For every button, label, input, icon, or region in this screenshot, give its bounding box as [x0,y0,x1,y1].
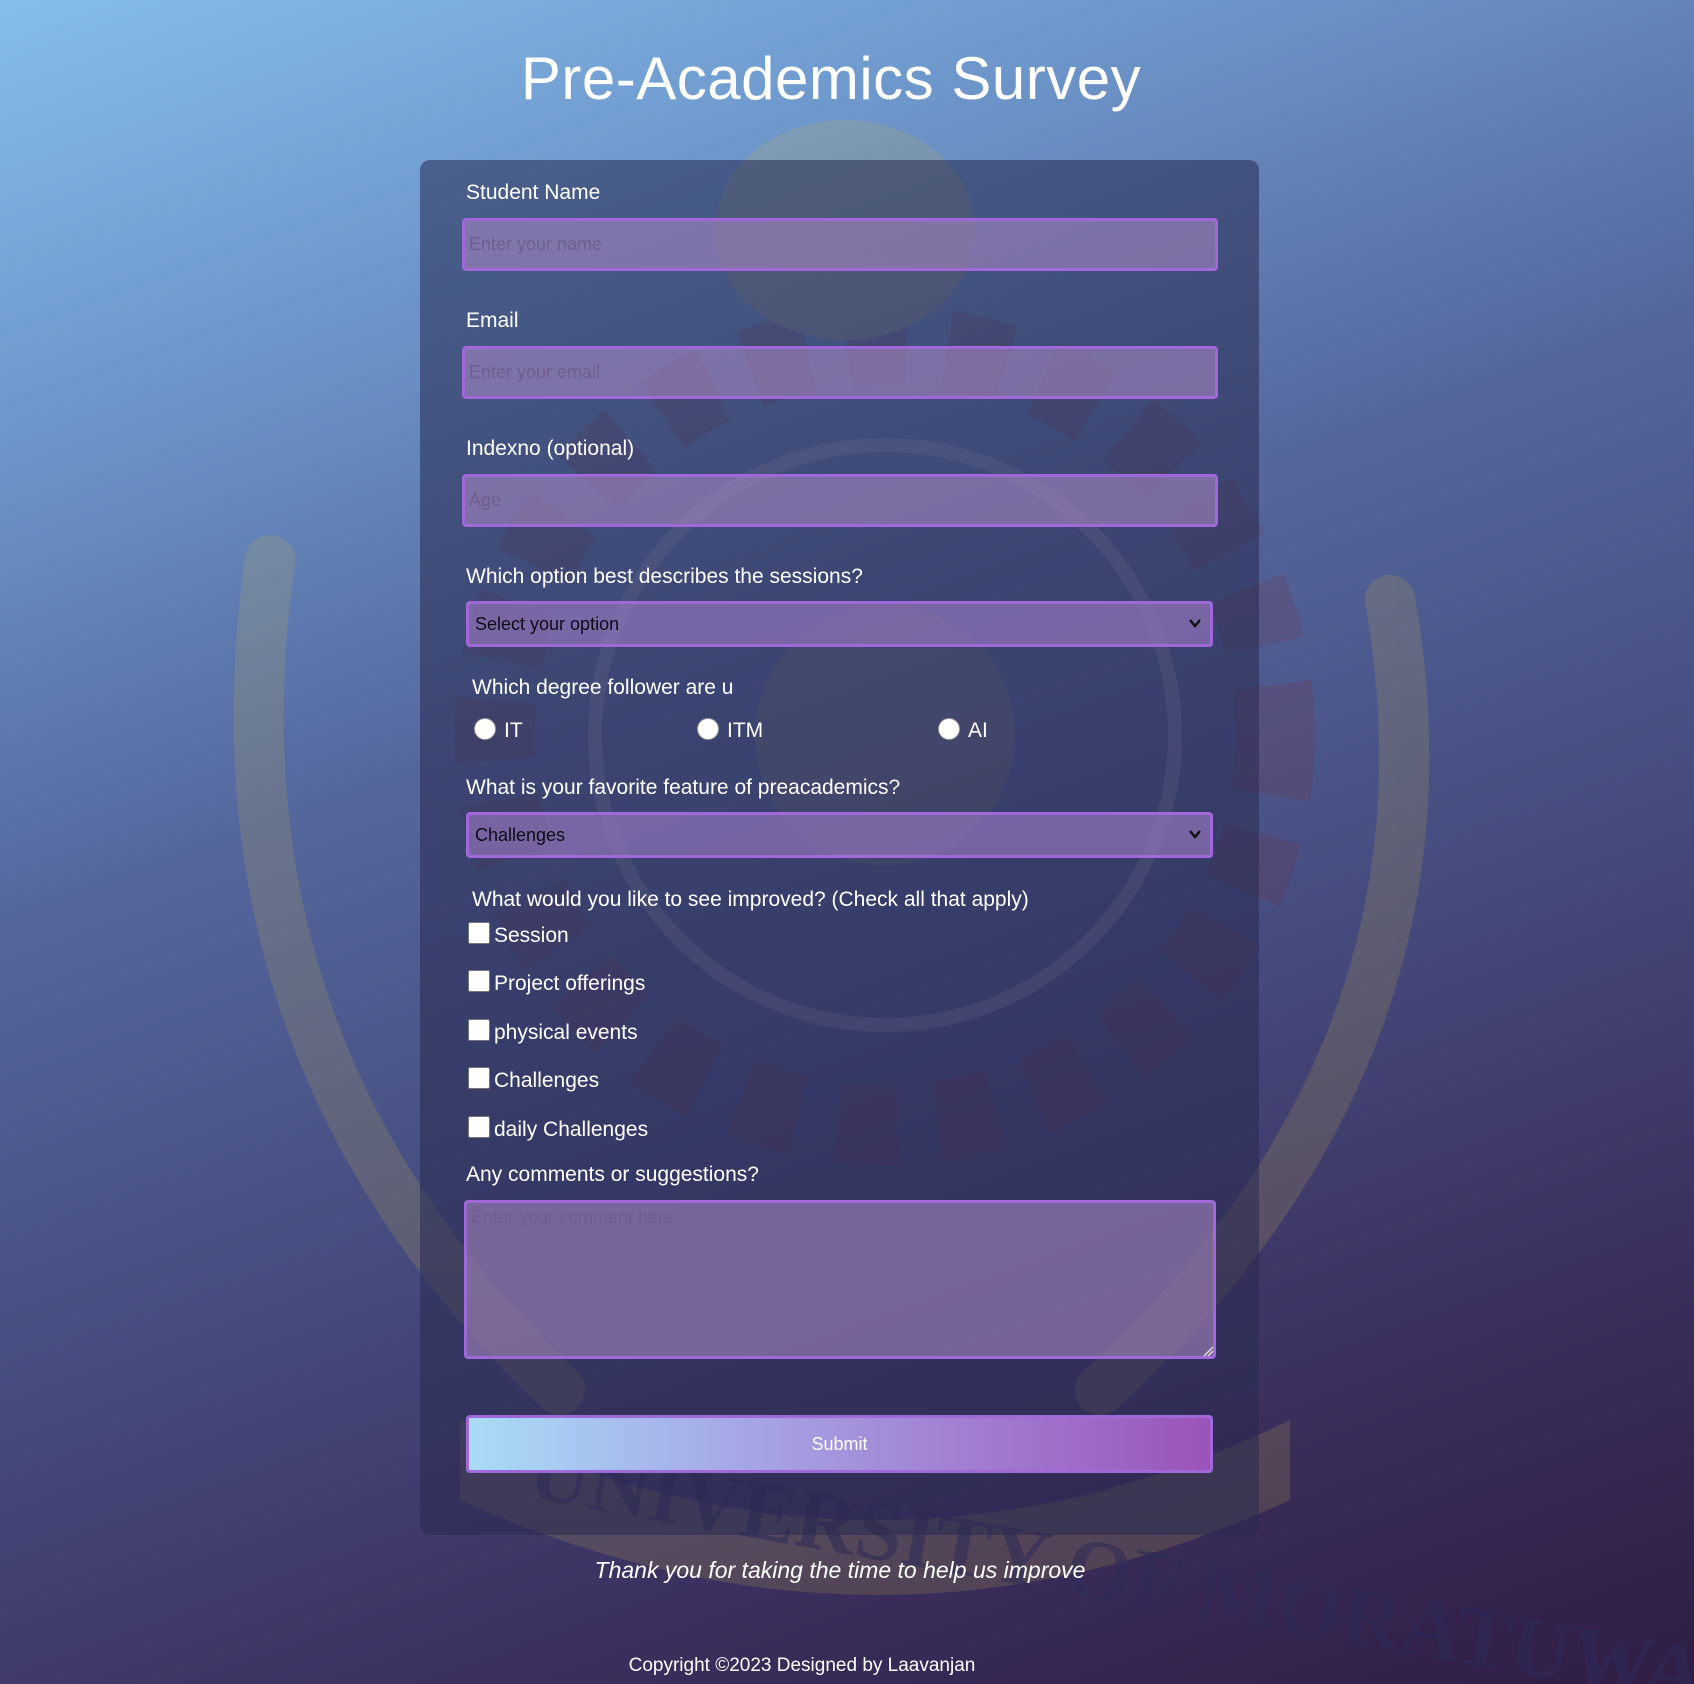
radio-button[interactable] [938,718,960,740]
sessions-select[interactable]: Select your option [466,601,1213,647]
degree-option-label: IT [504,719,523,742]
degree-option-it[interactable]: IT [474,718,523,743]
degree-option-label: ITM [727,719,764,742]
degree-question-label: Which degree follower are u [472,676,734,699]
sessions-question-label: Which option best describes the sessions… [466,565,863,588]
resize-grip-icon[interactable] [1202,1345,1214,1357]
checkbox-label: Challenges [494,1069,600,1092]
radio-button[interactable] [697,718,719,740]
copyright-footer: Copyright ©2023 Designed by Laavanjan [628,1655,976,1676]
improve-option-daily-challenges[interactable]: daily Challenges [468,1116,649,1142]
email-input[interactable] [462,346,1218,399]
checkbox[interactable] [468,1019,490,1041]
checkbox[interactable] [468,922,490,944]
checkbox-label: daily Challenges [494,1118,649,1141]
favorite-feature-label: What is your favorite feature of preacad… [466,776,901,799]
improve-option-challenges[interactable]: Challenges [468,1067,600,1093]
checkbox[interactable] [468,1116,490,1138]
chevron-down-icon [1189,830,1201,839]
favorite-selected-value: Challenges [475,824,566,845]
sessions-selected-value: Select your option [475,613,620,634]
improvements-question-label: What would you like to see improved? (Ch… [472,888,1029,911]
checkbox-label: physical events [494,1021,638,1044]
checkbox[interactable] [468,970,490,992]
degree-option-label: AI [968,719,988,742]
email-label: Email [466,309,519,332]
index-number-input[interactable] [462,474,1218,527]
checkbox[interactable] [468,1067,490,1089]
improve-option-project-offerings[interactable]: Project offerings [468,970,646,996]
improve-option-session[interactable]: Session [468,922,569,948]
checkbox-label: Session [494,924,569,947]
page-title: Pre-Academics Survey [520,45,1142,112]
degree-option-ai[interactable]: AI [938,718,988,743]
comments-label: Any comments or suggestions? [466,1163,759,1186]
comments-textarea[interactable] [464,1200,1216,1359]
student-name-label: Student Name [466,181,601,204]
index-number-label: Indexno (optional) [466,437,635,460]
submit-button[interactable]: Submit [466,1415,1213,1473]
radio-button[interactable] [474,718,496,740]
chevron-down-icon [1189,619,1201,628]
thank-you-message: Thank you for taking the time to help us… [594,1557,1086,1583]
student-name-input[interactable] [462,218,1218,271]
improve-option-physical-events[interactable]: physical events [468,1019,638,1045]
favorite-feature-select[interactable]: Challenges [466,812,1213,858]
degree-option-itm[interactable]: ITM [697,718,764,743]
degree-radio-group: IT ITM AI [0,718,1694,753]
checkbox-label: Project offerings [494,972,646,995]
